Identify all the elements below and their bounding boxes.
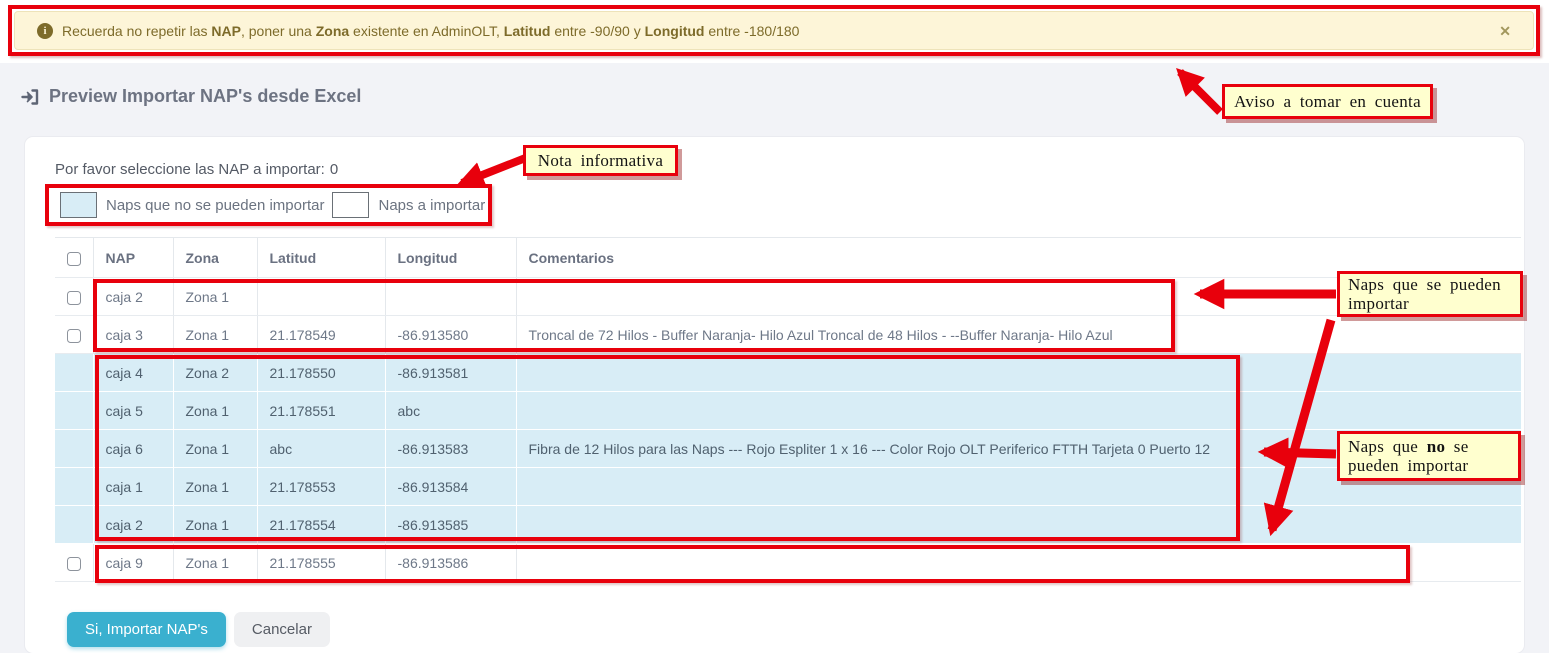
cell-longitud: -86.913585 bbox=[385, 506, 516, 544]
cell-comentarios bbox=[516, 354, 1521, 392]
cell-latitud: 21.178554 bbox=[257, 506, 385, 544]
annotation-naps-no-importables: Naps que no se pueden importar bbox=[1337, 431, 1521, 481]
table-row: caja 9 Zona 1 21.178555 -86.913586 bbox=[55, 544, 1521, 582]
row-checkbox[interactable] bbox=[67, 291, 81, 305]
legend-swatch-importable bbox=[332, 192, 369, 218]
page-title: Preview Importar NAP's desde Excel bbox=[20, 86, 361, 107]
cell-longitud: abc bbox=[385, 392, 516, 430]
cell-comentarios bbox=[516, 392, 1521, 430]
table-row-non-importable: caja 6 Zona 1 abc -86.913583 Fibra de 12… bbox=[55, 430, 1521, 468]
cell-zona: Zona 1 bbox=[173, 278, 257, 316]
cell-zona: Zona 1 bbox=[173, 544, 257, 582]
cell-longitud: -86.913580 bbox=[385, 316, 516, 354]
table-row-non-importable: caja 4 Zona 2 21.178550 -86.913581 bbox=[55, 354, 1521, 392]
cell-zona: Zona 1 bbox=[173, 430, 257, 468]
selected-count: 0 bbox=[330, 161, 338, 178]
cell-latitud: 21.178553 bbox=[257, 468, 385, 506]
cell-latitud bbox=[257, 278, 385, 316]
cell-longitud: -86.913586 bbox=[385, 544, 516, 582]
cell-latitud: abc bbox=[257, 430, 385, 468]
alert-annotation-rect bbox=[8, 5, 1540, 56]
page-title-label: Preview Importar NAP's desde Excel bbox=[49, 86, 361, 107]
table-row-non-importable: caja 1 Zona 1 21.178553 -86.913584 bbox=[55, 468, 1521, 506]
cancel-button[interactable]: Cancelar bbox=[234, 612, 330, 647]
cell-longitud: -86.913581 bbox=[385, 354, 516, 392]
cell-comentarios: Troncal de 72 Hilos - Buffer Naranja- Hi… bbox=[516, 316, 1521, 354]
legend-swatch-non-importable bbox=[60, 192, 97, 218]
cell-longitud: -86.913584 bbox=[385, 468, 516, 506]
table-header-row: NAP Zona Latitud Longitud Comentarios bbox=[55, 238, 1521, 278]
annotation-aviso: Aviso a tomar en cuenta bbox=[1222, 84, 1433, 119]
cell-latitud: 21.178549 bbox=[257, 316, 385, 354]
cell-nap: caja 4 bbox=[93, 354, 173, 392]
cell-zona: Zona 1 bbox=[173, 506, 257, 544]
cell-nap: caja 1 bbox=[93, 468, 173, 506]
legend-label-non-importable: Naps que no se pueden importar bbox=[106, 197, 324, 214]
cell-nap: caja 2 bbox=[93, 506, 173, 544]
cell-nap: caja 9 bbox=[93, 544, 173, 582]
column-header-longitud: Longitud bbox=[385, 238, 516, 278]
table-row-non-importable: caja 5 Zona 1 21.178551 abc bbox=[55, 392, 1521, 430]
arrow-to-alert bbox=[1180, 72, 1220, 112]
cell-latitud: 21.178555 bbox=[257, 544, 385, 582]
select-note: Por favor seleccione las NAP a importar:… bbox=[55, 161, 338, 178]
cell-nap: caja 5 bbox=[93, 392, 173, 430]
column-header-latitud: Latitud bbox=[257, 238, 385, 278]
cell-latitud: 21.178550 bbox=[257, 354, 385, 392]
action-buttons: Si, Importar NAP's Cancelar bbox=[67, 612, 330, 647]
sign-in-icon bbox=[20, 87, 40, 107]
cell-longitud: -86.913583 bbox=[385, 430, 516, 468]
cell-longitud bbox=[385, 278, 516, 316]
annotation-naps-importables: Naps que se pueden importar bbox=[1337, 271, 1523, 317]
cell-zona: Zona 1 bbox=[173, 316, 257, 354]
cell-comentarios bbox=[516, 544, 1521, 582]
cell-zona: Zona 2 bbox=[173, 354, 257, 392]
annotation-nota-informativa: Nota informativa bbox=[523, 145, 678, 176]
cell-zona: Zona 1 bbox=[173, 392, 257, 430]
row-checkbox[interactable] bbox=[67, 329, 81, 343]
table-row: caja 2 Zona 1 bbox=[55, 278, 1521, 316]
column-header-nap: NAP bbox=[93, 238, 173, 278]
cell-nap: caja 6 bbox=[93, 430, 173, 468]
cell-latitud: 21.178551 bbox=[257, 392, 385, 430]
cell-nap: caja 3 bbox=[93, 316, 173, 354]
import-confirm-button[interactable]: Si, Importar NAP's bbox=[67, 612, 226, 647]
cell-nap: caja 2 bbox=[93, 278, 173, 316]
cell-comentarios bbox=[516, 506, 1521, 544]
legend-label-importable: Naps a importar bbox=[378, 197, 485, 214]
select-all-checkbox[interactable] bbox=[67, 252, 81, 266]
column-header-zona: Zona bbox=[173, 238, 257, 278]
row-color-legend: Naps que no se pueden importar Naps a im… bbox=[60, 190, 493, 220]
cell-zona: Zona 1 bbox=[173, 468, 257, 506]
table-row-non-importable: caja 2 Zona 1 21.178554 -86.913585 bbox=[55, 506, 1521, 544]
table-row: caja 3 Zona 1 21.178549 -86.913580 Tronc… bbox=[55, 316, 1521, 354]
nap-import-table: NAP Zona Latitud Longitud Comentarios ca… bbox=[55, 237, 1521, 582]
row-checkbox[interactable] bbox=[67, 557, 81, 571]
